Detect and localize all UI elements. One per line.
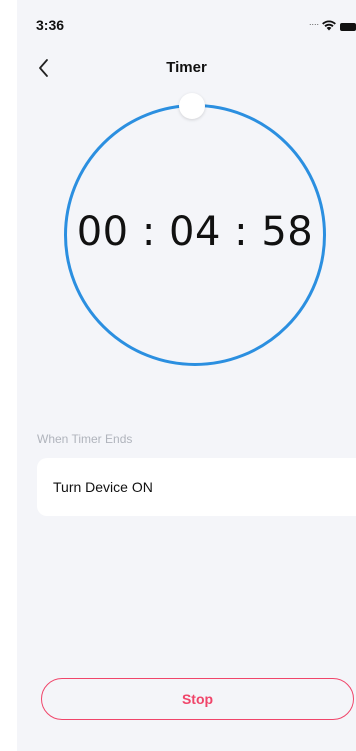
timer-end-action-label: Turn Device ON [53,479,153,495]
timer-end-action[interactable]: Turn Device ON [37,458,356,516]
section-label-when-timer-ends: When Timer Ends [37,432,133,446]
timer-screen: 3:36 .... Timer 00 : 04 : 58 When Timer … [17,0,356,751]
timer-countdown: 00 : 04 : 58 [76,209,314,255]
timer-dial: 00 : 04 : 58 [17,0,356,420]
timer-dial-handle[interactable] [179,93,205,119]
stop-button[interactable]: Stop [41,678,354,720]
